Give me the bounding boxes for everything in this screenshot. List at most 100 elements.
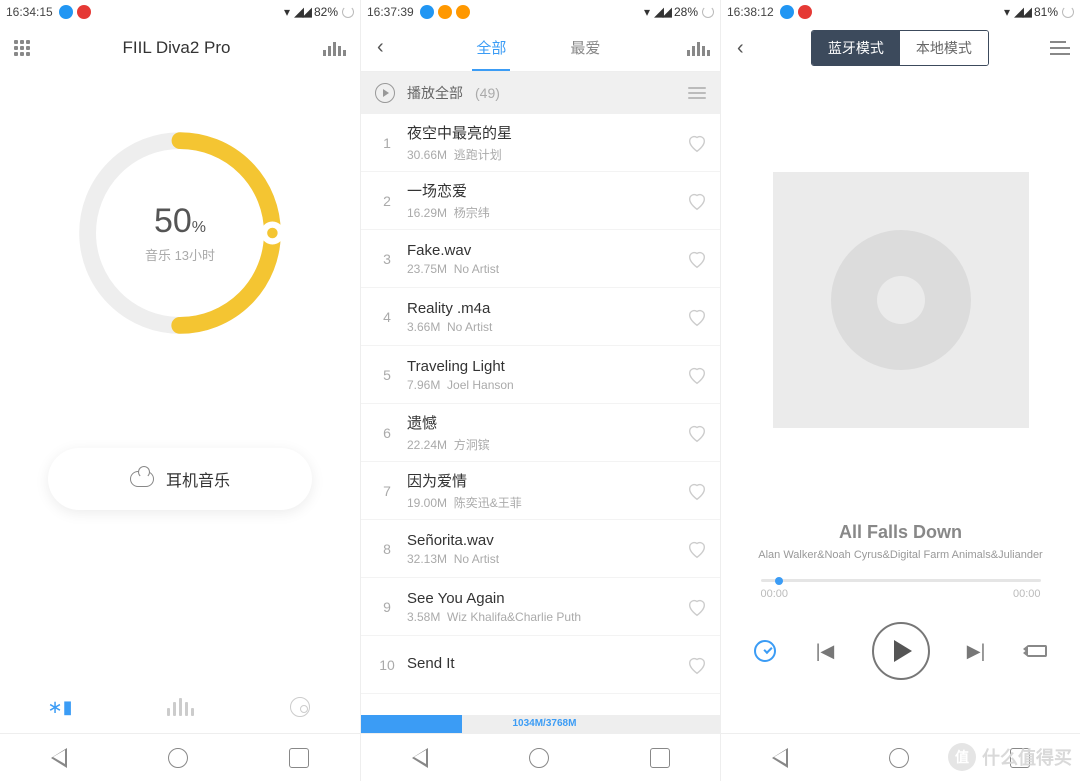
bluetooth-icon: ∗▮ bbox=[48, 697, 73, 718]
list-menu-icon[interactable] bbox=[688, 87, 706, 99]
tab-bluetooth[interactable]: ∗▮ bbox=[0, 681, 120, 733]
nav-back[interactable] bbox=[51, 748, 67, 768]
nav-back[interactable] bbox=[772, 748, 788, 768]
timer-icon bbox=[754, 640, 776, 662]
song-meta: 32.13M No Artist bbox=[407, 552, 686, 566]
song-index: 5 bbox=[373, 367, 401, 383]
tab-equalizer[interactable] bbox=[120, 681, 240, 733]
battery-text: 28% bbox=[674, 5, 698, 19]
song-meta: 19.00M 陈奕迅&王菲 bbox=[407, 494, 686, 511]
nav-recent[interactable] bbox=[650, 748, 670, 768]
tab-settings[interactable] bbox=[240, 681, 360, 733]
player-controls: |◀ ▶| bbox=[751, 622, 1051, 680]
song-index: 9 bbox=[373, 599, 401, 615]
dial-icon bbox=[290, 697, 310, 717]
song-index: 4 bbox=[373, 309, 401, 325]
song-row[interactable]: 4Reality .m4a3.66M No Artist bbox=[361, 288, 720, 346]
song-meta: 7.96M Joel Hanson bbox=[407, 378, 686, 392]
nav-home[interactable] bbox=[889, 748, 909, 768]
tab-all[interactable]: 全部 bbox=[472, 25, 510, 70]
nav-back[interactable] bbox=[412, 748, 428, 768]
mode-segmented-control[interactable]: 蓝牙模式 本地模式 bbox=[811, 30, 989, 66]
nav-recent[interactable] bbox=[1010, 748, 1030, 768]
system-icons: ▾ ◢◢ 28% bbox=[644, 4, 714, 20]
wifi-icon: ▾ bbox=[284, 5, 290, 19]
play-all-bar[interactable]: 播放全部(49) bbox=[361, 72, 720, 114]
song-row[interactable]: 9 See You Again 3.58M Wiz Khalifa&Charlie … bbox=[361, 578, 720, 636]
song-name: Fake.wav bbox=[407, 242, 686, 259]
player-body: All Falls Down Alan Walker&Noah Cyrus&Di… bbox=[721, 72, 1080, 733]
favorite-icon[interactable] bbox=[686, 480, 708, 502]
seg-bluetooth[interactable]: 蓝牙模式 bbox=[812, 31, 900, 65]
favorite-icon[interactable] bbox=[686, 364, 708, 386]
favorite-icon[interactable] bbox=[686, 538, 708, 560]
song-index: 7 bbox=[373, 483, 401, 499]
next-track-button[interactable]: ▶| bbox=[962, 637, 990, 665]
song-name: See You Again bbox=[407, 590, 686, 607]
track-title: All Falls Down bbox=[839, 522, 962, 543]
song-row[interactable]: 2一场恋爱16.29M 杨宗纬 bbox=[361, 172, 720, 230]
song-row[interactable]: 1夜空中最亮的星30.66M 逃跑计划 bbox=[361, 114, 720, 172]
seg-local[interactable]: 本地模式 bbox=[900, 31, 988, 65]
status-bar: 16:34:15 ▾ ◢◢ 82% bbox=[0, 0, 360, 24]
android-nav bbox=[721, 733, 1080, 781]
back-button[interactable]: ‹ bbox=[371, 36, 390, 59]
device-title: FIIL Diva2 Pro bbox=[30, 38, 323, 58]
play-icon bbox=[375, 83, 395, 103]
nav-recent[interactable] bbox=[289, 748, 309, 768]
sync-icon bbox=[342, 6, 354, 18]
disc-icon bbox=[831, 230, 971, 370]
status-bar: 16:38:12 ▾ ◢◢ 81% bbox=[721, 0, 1080, 24]
screen-song-library: 16:37:39 ▾ ◢◢ 28% ‹ 全部 最爱 播放全部(49) 1夜空中最… bbox=[360, 0, 720, 781]
battery-ring: 50% 音乐 13小时 bbox=[75, 128, 285, 338]
song-index: 8 bbox=[373, 541, 401, 557]
repeat-button[interactable] bbox=[1023, 637, 1051, 665]
equalizer-icon[interactable] bbox=[323, 40, 346, 56]
progress-bar[interactable]: 00:00 00:00 bbox=[761, 579, 1041, 600]
song-name: 遗憾 bbox=[407, 412, 686, 433]
favorite-icon[interactable] bbox=[686, 190, 708, 212]
bottom-tabs: ∗▮ bbox=[0, 681, 360, 733]
song-row[interactable]: 8Señorita.wav32.13M No Artist bbox=[361, 520, 720, 578]
sleep-timer-button[interactable] bbox=[751, 637, 779, 665]
favorite-icon[interactable] bbox=[686, 422, 708, 444]
tab-favorite[interactable]: 最爱 bbox=[566, 25, 604, 70]
song-list[interactable]: 1夜空中最亮的星30.66M 逃跑计划2一场恋爱16.29M 杨宗纬3Fake.… bbox=[361, 114, 720, 715]
app-header: FIIL Diva2 Pro bbox=[0, 24, 360, 72]
nav-home[interactable] bbox=[529, 748, 549, 768]
song-row[interactable]: 5Traveling Light7.96M Joel Hanson bbox=[361, 346, 720, 404]
battery-text: 82% bbox=[314, 5, 338, 19]
library-header: ‹ 全部 最爱 bbox=[361, 24, 720, 72]
notification-icons bbox=[420, 5, 470, 19]
play-button[interactable] bbox=[872, 622, 930, 680]
storage-bar: 1034M/3768M bbox=[361, 715, 720, 733]
equalizer-icon[interactable] bbox=[687, 40, 710, 56]
album-art-placeholder bbox=[773, 172, 1029, 428]
prev-track-button[interactable]: |◀ bbox=[811, 637, 839, 665]
song-index: 2 bbox=[373, 193, 401, 209]
battery-text: 81% bbox=[1034, 5, 1058, 19]
cloud-icon bbox=[130, 471, 154, 487]
song-row[interactable]: 6遗憾22.24M 方泂镔 bbox=[361, 404, 720, 462]
back-button[interactable]: ‹ bbox=[731, 37, 750, 60]
battery-percent: 50% bbox=[154, 202, 206, 241]
song-row[interactable]: 10Send It bbox=[361, 636, 720, 694]
signal-icon: ◢◢ bbox=[294, 4, 310, 20]
favorite-icon[interactable] bbox=[686, 596, 708, 618]
notification-icons bbox=[780, 5, 812, 19]
song-meta: 3.58M Wiz Khalifa&Charlie Puth bbox=[407, 610, 686, 624]
menu-grid-icon[interactable] bbox=[14, 40, 30, 56]
favorite-icon[interactable] bbox=[686, 248, 708, 270]
song-index: 6 bbox=[373, 425, 401, 441]
favorite-icon[interactable] bbox=[686, 132, 708, 154]
headphone-music-button[interactable]: 耳机音乐 bbox=[48, 448, 312, 510]
favorite-icon[interactable] bbox=[686, 306, 708, 328]
playlist-icon[interactable] bbox=[1050, 41, 1070, 55]
song-index: 10 bbox=[373, 657, 401, 673]
nav-home[interactable] bbox=[168, 748, 188, 768]
clock: 16:37:39 bbox=[367, 5, 414, 19]
song-meta: 3.66M No Artist bbox=[407, 320, 686, 334]
song-row[interactable]: 3Fake.wav23.75M No Artist bbox=[361, 230, 720, 288]
favorite-icon[interactable] bbox=[686, 654, 708, 676]
song-row[interactable]: 7因为爱情19.00M 陈奕迅&王菲 bbox=[361, 462, 720, 520]
